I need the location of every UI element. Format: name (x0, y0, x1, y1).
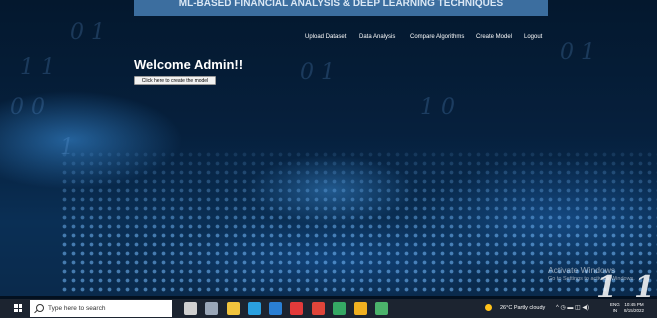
internet-explorer-icon[interactable] (269, 302, 282, 315)
task-view-icon[interactable] (184, 302, 197, 315)
weather-status[interactable]: 26°C Partly cloudy (500, 305, 545, 311)
taskbar-clock[interactable]: 10:45 PM 8/15/2022 (624, 302, 644, 314)
taskbar-search-placeholder: Type here to search (48, 305, 106, 312)
top-navigation: Upload Dataset Data Analysis Compare Alg… (0, 34, 657, 46)
clock-time: 10:45 PM (624, 302, 644, 307)
background-digit: 1 1 (20, 55, 55, 80)
weather-icon[interactable] (485, 304, 492, 311)
app-header-title: ML-BASED FINANCIAL ANALYSIS & DEEP LEARN… (178, 0, 504, 9)
widgets-icon[interactable] (205, 302, 218, 315)
office-app-icon[interactable] (312, 302, 325, 315)
nav-logout[interactable]: Logout (524, 34, 542, 40)
taskbar-search-box[interactable]: Type here to search (30, 300, 172, 317)
watermark-subtitle: Go to Settings to activate Windows. (548, 276, 635, 282)
region-label: IN (612, 308, 618, 313)
language-label: ENG (610, 302, 620, 307)
photos-app-icon[interactable] (333, 302, 346, 315)
language-indicator[interactable]: ENG IN (610, 302, 620, 314)
system-tray-icons[interactable]: ^ ◷ ▬ ◫ ◀) (556, 304, 589, 311)
activate-windows-watermark: Activate Windows Go to Settings to activ… (548, 265, 635, 282)
windows-taskbar: Type here to search 26°C Partly cloudy ^… (0, 299, 657, 318)
nav-data-analysis[interactable]: Data Analysis (359, 34, 395, 40)
nav-compare-algorithms[interactable]: Compare Algorithms (410, 34, 464, 40)
nav-upload-dataset[interactable]: Upload Dataset (305, 34, 346, 40)
app-header-banner: ML-BASED FINANCIAL ANALYSIS & DEEP LEARN… (134, 0, 548, 16)
background-digit: 0 1 (300, 60, 335, 85)
clock-date: 8/15/2022 (624, 308, 645, 313)
background-digit: 1 (60, 135, 74, 160)
windows-start-icon[interactable] (14, 304, 22, 312)
welcome-heading: Welcome Admin!! (134, 57, 244, 72)
create-model-button[interactable]: Click here to create the model (134, 76, 216, 85)
search-icon (36, 304, 44, 312)
watermark-title: Activate Windows (548, 265, 616, 275)
edge-icon[interactable] (248, 302, 261, 315)
nav-create-model[interactable]: Create Model (476, 34, 512, 40)
background-digit: 1 0 (420, 95, 455, 120)
chrome-icon[interactable] (354, 302, 367, 315)
background-digit: 0 0 (10, 95, 45, 120)
media-app-icon[interactable] (290, 302, 303, 315)
notepad-app-icon[interactable] (375, 302, 388, 315)
file-explorer-icon[interactable] (227, 302, 240, 315)
